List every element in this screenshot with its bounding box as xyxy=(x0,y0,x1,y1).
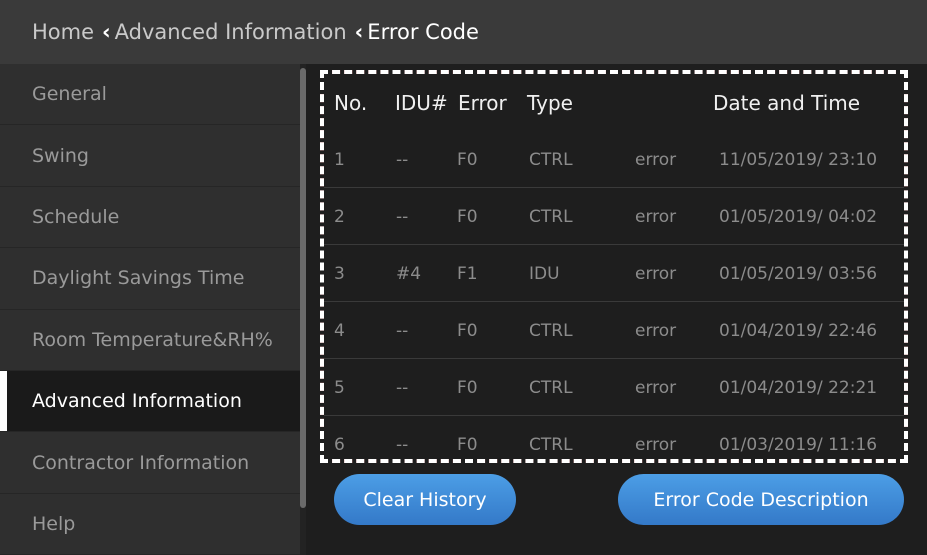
column-header-error: Error xyxy=(458,90,507,115)
column-header-date-time: Date and Time xyxy=(713,90,861,115)
sidebar-item-contractor-information[interactable]: Contractor Information xyxy=(0,432,300,494)
cell-type: CTRL xyxy=(529,206,573,227)
cell-error: F0 xyxy=(457,434,478,455)
cell-error: F0 xyxy=(457,377,478,398)
cell-idu: -- xyxy=(396,377,409,398)
column-header-type: Type xyxy=(527,90,573,115)
sidebar: General Swing Schedule Daylight Savings … xyxy=(0,64,300,555)
cell-no: 1 xyxy=(334,149,345,170)
sidebar-item-swing[interactable]: Swing xyxy=(0,125,300,187)
sidebar-item-advanced-information[interactable]: Advanced Information xyxy=(0,370,300,433)
column-header-no: No. xyxy=(334,90,368,115)
cell-no: 6 xyxy=(334,434,345,455)
cell-status: error xyxy=(635,149,677,170)
cell-error: F0 xyxy=(457,320,478,341)
sidebar-item-room-temperature[interactable]: Room Temperature&RH% xyxy=(0,310,300,371)
cell-idu: -- xyxy=(396,149,409,170)
cell-no: 4 xyxy=(334,320,345,341)
cell-idu: -- xyxy=(396,320,409,341)
cell-status: error xyxy=(635,263,677,284)
cell-no: 3 xyxy=(334,263,345,284)
chevron-left-icon: ‹ xyxy=(354,20,364,44)
cell-no: 2 xyxy=(334,206,345,227)
cell-date-time: 01/05/2019/ 03:56 xyxy=(719,263,878,284)
cell-error: F0 xyxy=(457,206,478,227)
error-code-description-button[interactable]: Error Code Description xyxy=(618,474,904,525)
cell-type: CTRL xyxy=(529,149,573,170)
cell-error: F1 xyxy=(457,263,478,284)
chevron-left-icon: ‹ xyxy=(102,20,111,44)
main-content: No. IDU# Error Type Date and Time 1 -- F… xyxy=(306,64,927,555)
table-row: 5 -- F0 CTRL error 01/04/2019/ 22:21 xyxy=(324,359,904,416)
sidebar-item-label: Swing xyxy=(32,144,89,167)
table-row: 2 -- F0 CTRL error 01/05/2019/ 04:02 xyxy=(324,188,904,245)
sidebar-item-label: Contractor Information xyxy=(32,451,250,474)
cell-date-time: 01/04/2019/ 22:46 xyxy=(719,320,878,341)
cell-status: error xyxy=(635,206,677,227)
sidebar-item-label: Advanced Information xyxy=(32,390,242,413)
column-header-idu: IDU# xyxy=(395,90,448,115)
table-header-row: No. IDU# Error Type Date and Time xyxy=(324,74,904,131)
cell-date-time: 01/05/2019/ 04:02 xyxy=(719,206,878,227)
cell-status: error xyxy=(635,434,677,455)
cell-date-time: 11/05/2019/ 23:10 xyxy=(719,149,878,170)
cell-date-time: 01/03/2019/ 11:16 xyxy=(719,434,878,455)
sidebar-item-general[interactable]: General xyxy=(0,64,300,126)
error-code-table: No. IDU# Error Type Date and Time 1 -- F… xyxy=(320,70,908,463)
table-row: 6 -- F0 CTRL error 01/03/2019/ 11:16 xyxy=(324,416,904,473)
breadcrumb-advanced-information[interactable]: Advanced Information xyxy=(115,20,347,44)
sidebar-item-label: Schedule xyxy=(32,205,120,228)
cell-status: error xyxy=(635,377,677,398)
breadcrumb: Home ‹ Advanced Information ‹ Error Code xyxy=(0,0,927,64)
cell-type: CTRL xyxy=(529,377,573,398)
cell-status: error xyxy=(635,320,677,341)
table-row: 1 -- F0 CTRL error 11/05/2019/ 23:10 xyxy=(324,131,904,188)
cell-type: IDU xyxy=(529,263,560,284)
table-row: 3 #4 F1 IDU error 01/05/2019/ 03:56 xyxy=(324,245,904,302)
cell-idu: #4 xyxy=(396,263,422,284)
page-title: Error Code xyxy=(367,20,479,44)
sidebar-item-label: Room Temperature&RH% xyxy=(32,328,273,351)
cell-type: CTRL xyxy=(529,434,573,455)
table-row: 4 -- F0 CTRL error 01/04/2019/ 22:46 xyxy=(324,302,904,359)
sidebar-item-daylight-savings-time[interactable]: Daylight Savings Time xyxy=(0,248,300,310)
sidebar-item-help[interactable]: Help xyxy=(0,494,300,555)
sidebar-item-label: General xyxy=(32,83,107,106)
cell-idu: -- xyxy=(396,434,409,455)
sidebar-item-label: Daylight Savings Time xyxy=(32,267,245,290)
cell-type: CTRL xyxy=(529,320,573,341)
cell-error: F0 xyxy=(457,149,478,170)
clear-history-button[interactable]: Clear History xyxy=(334,474,516,525)
cell-no: 5 xyxy=(334,377,345,398)
breadcrumb-home[interactable]: Home xyxy=(32,20,94,44)
sidebar-item-label: Help xyxy=(32,512,76,535)
cell-idu: -- xyxy=(396,206,409,227)
cell-date-time: 01/04/2019/ 22:21 xyxy=(719,377,878,398)
sidebar-item-schedule[interactable]: Schedule xyxy=(0,187,300,249)
